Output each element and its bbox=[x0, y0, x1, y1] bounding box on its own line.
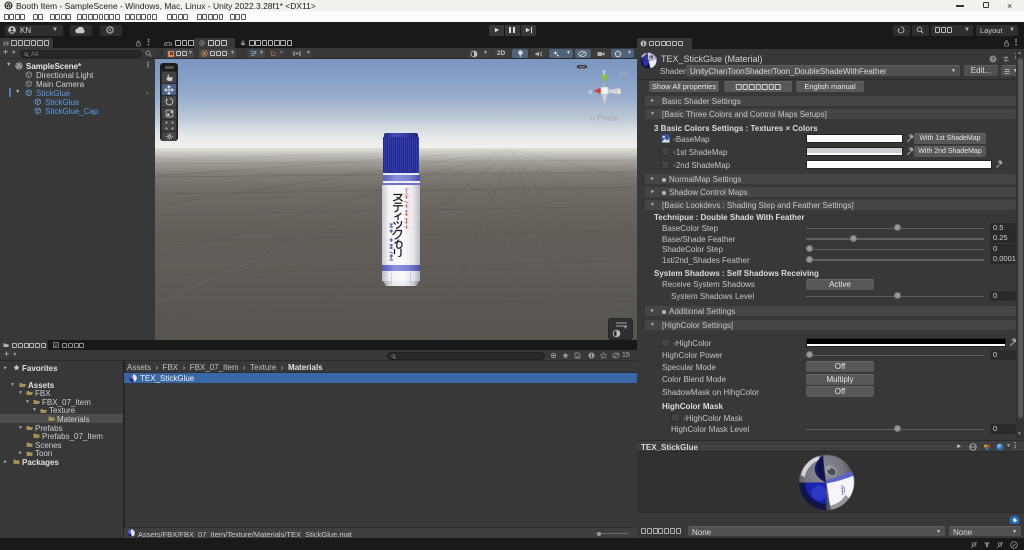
svg-text:x: x bbox=[589, 89, 593, 96]
svg-text:y: y bbox=[603, 69, 607, 76]
svg-text:‹‹ Persp: ‹‹ Persp bbox=[590, 114, 619, 123]
